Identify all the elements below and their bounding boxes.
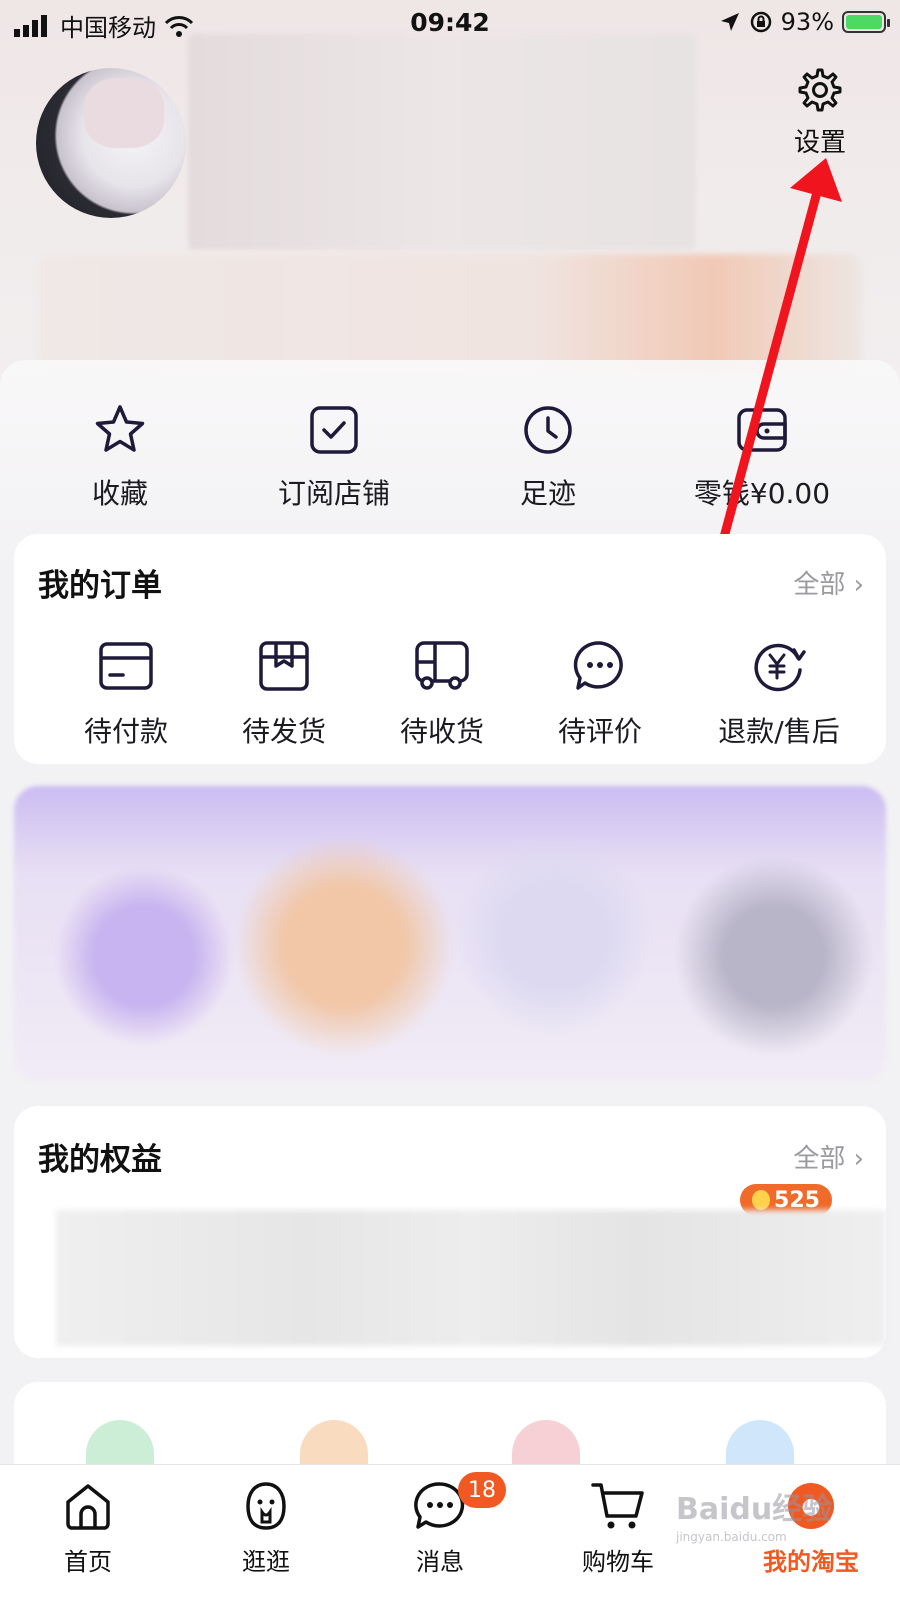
home-icon xyxy=(66,1484,110,1530)
order-status-label: 退款/售后 xyxy=(718,715,840,748)
box-icon xyxy=(259,641,309,691)
order-refund-after-sales[interactable]: 退款/售后 xyxy=(684,636,874,750)
quick-link-label: 足迹 xyxy=(519,477,576,510)
quick-link-footprints[interactable]: 足迹 xyxy=(448,400,648,512)
blurred-banner xyxy=(38,254,862,376)
order-status-label: 待付款 xyxy=(83,715,168,748)
order-status-label: 待发货 xyxy=(241,715,326,748)
quick-link-favorites[interactable]: 收藏 xyxy=(20,400,220,512)
rights-title: 我的权益 xyxy=(38,1142,162,1178)
rights-view-all[interactable]: 全部 › xyxy=(793,1138,864,1175)
settings-label: 设置 xyxy=(793,128,846,158)
battery-icon xyxy=(842,11,890,33)
avatar[interactable] xyxy=(36,68,186,218)
tab-discover[interactable]: 逛逛 xyxy=(196,1476,336,1577)
orders-title: 我的订单 xyxy=(38,568,162,604)
watermark: Baidu经验 jingyan.baidu.com xyxy=(676,1484,846,1544)
order-to-receive[interactable]: 待收货 xyxy=(362,636,522,750)
quick-link-subscribed-shops[interactable]: 订阅店铺 xyxy=(234,400,434,512)
watermark-text: Baidu经验 xyxy=(676,1492,833,1527)
order-status-label: 待收货 xyxy=(399,715,484,748)
tab-label: 首页 xyxy=(64,1548,112,1576)
coin-icon xyxy=(752,1190,771,1210)
rotation-lock-icon xyxy=(750,11,771,33)
order-to-review[interactable]: 待评价 xyxy=(520,636,680,750)
quick-link-label: 零钱¥0.00 xyxy=(693,477,831,510)
chat-bubble-icon xyxy=(573,641,623,690)
coin-count: 525 xyxy=(774,1187,820,1213)
message-count-badge: 18 xyxy=(458,1472,506,1508)
tab-label: 逛逛 xyxy=(242,1548,290,1576)
cart-icon xyxy=(591,1483,644,1529)
watermark-sub: jingyan.baidu.com xyxy=(676,1530,787,1544)
settings-button[interactable]: 设置 xyxy=(784,66,856,159)
quick-link-wallet[interactable]: 零钱¥0.00 xyxy=(662,400,862,512)
tab-cart[interactable]: 购物车 xyxy=(548,1476,688,1577)
wallet-icon xyxy=(737,408,787,452)
checkbox-icon xyxy=(310,406,358,454)
blurred-user-info xyxy=(188,34,696,250)
order-status-label: 待评价 xyxy=(557,715,642,748)
location-arrow-icon xyxy=(720,13,739,31)
quick-link-label: 收藏 xyxy=(91,477,148,510)
refund-icon xyxy=(754,643,806,692)
tab-label: 我的淘宝 xyxy=(763,1548,859,1576)
order-to-ship[interactable]: 待发货 xyxy=(204,636,364,750)
truck-icon xyxy=(415,641,469,690)
battery-percent: 93% xyxy=(780,8,834,36)
blurred-promo-banner xyxy=(14,786,886,1082)
tab-home[interactable]: 首页 xyxy=(18,1476,158,1577)
order-pending-payment[interactable]: 待付款 xyxy=(46,636,206,750)
clock-icon xyxy=(524,406,572,454)
gear-icon xyxy=(798,68,842,112)
quick-link-label: 订阅店铺 xyxy=(277,477,390,510)
status-right: 93% xyxy=(719,8,890,36)
tab-label: 购物车 xyxy=(582,1548,654,1576)
blurred-rights-content xyxy=(56,1210,886,1346)
star-icon xyxy=(95,405,145,452)
card-icon xyxy=(99,642,153,690)
discover-icon xyxy=(246,1482,286,1530)
tab-label: 消息 xyxy=(416,1548,464,1576)
orders-view-all[interactable]: 全部 › xyxy=(793,564,864,601)
